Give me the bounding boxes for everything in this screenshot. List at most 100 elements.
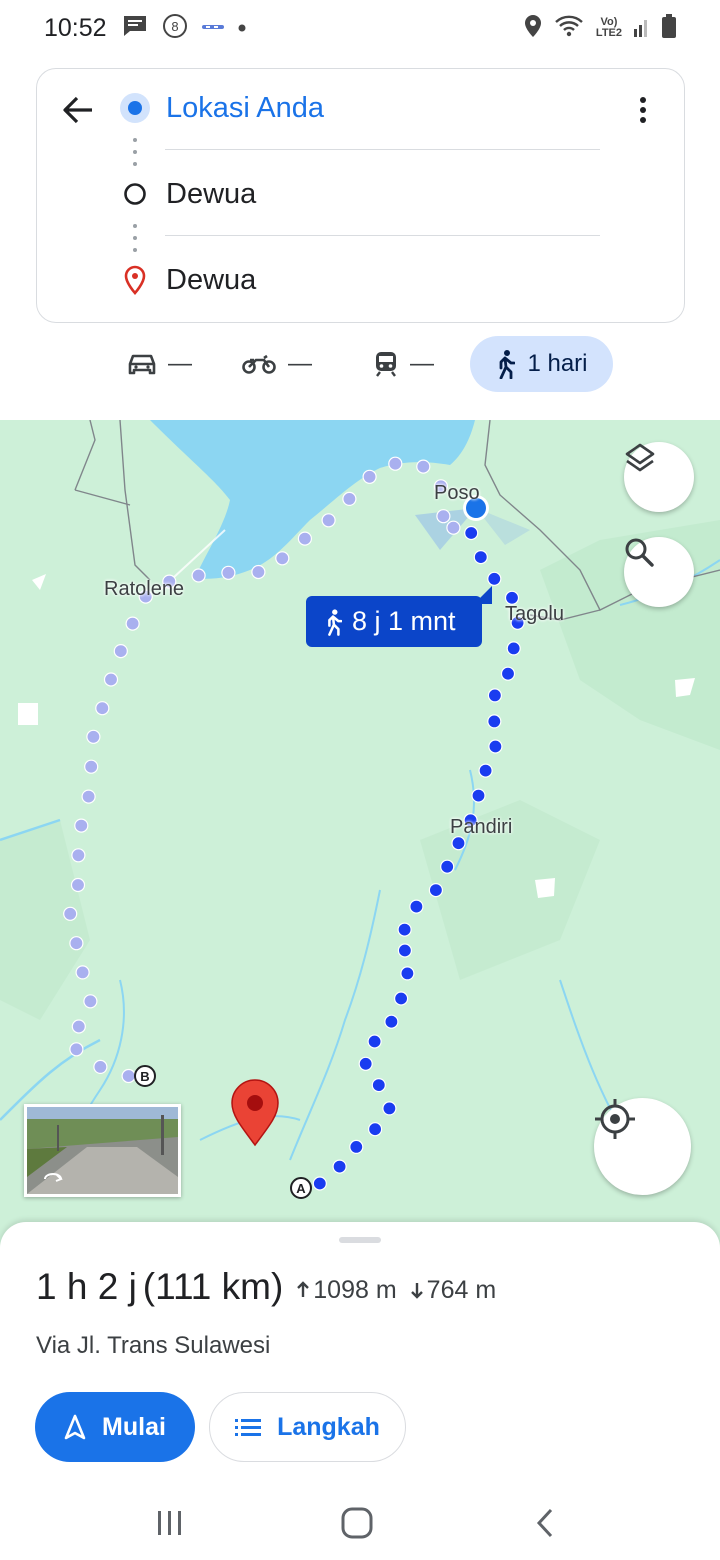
- message-icon: [122, 14, 148, 43]
- marker-b[interactable]: B: [134, 1065, 156, 1087]
- back-nav-button[interactable]: [515, 1498, 575, 1548]
- route-dot: [367, 1034, 382, 1049]
- street-view-photo: [27, 1107, 178, 1194]
- recent-apps-button[interactable]: [140, 1498, 200, 1548]
- walking-icon: [328, 608, 342, 636]
- place-label-pandiri: Pandiri: [450, 816, 513, 838]
- route-dot: [428, 883, 443, 898]
- destination-field[interactable]: Dewua: [118, 250, 608, 310]
- route-dot: [75, 965, 90, 980]
- route-dot: [69, 936, 84, 951]
- stop-text: Dewua: [166, 178, 257, 210]
- route-dot: [436, 509, 451, 524]
- status-time: 10:52: [44, 14, 107, 42]
- duration-chip-text: 8 j 1 mnt: [352, 606, 456, 636]
- stop-field[interactable]: Dewua: [118, 164, 608, 236]
- route-dot: [382, 1101, 397, 1116]
- route-dot: [342, 491, 357, 507]
- divider: [165, 148, 600, 150]
- motorcycle-icon: [242, 354, 276, 374]
- back-button[interactable]: [58, 90, 98, 130]
- marker-a[interactable]: A: [290, 1177, 312, 1199]
- route-dot: [86, 729, 101, 744]
- motorcycle-duration: —: [288, 350, 312, 377]
- notification-icons: 8: [122, 13, 246, 44]
- route-dot: [440, 859, 455, 874]
- route-dot: [487, 571, 502, 586]
- route-dot: [125, 616, 140, 631]
- route-dot: [416, 459, 431, 474]
- place-label-tagolu: Tagolu: [505, 603, 564, 625]
- route-via: Via Jl. Trans Sulawesi: [36, 1332, 271, 1359]
- route-dot: [63, 906, 78, 921]
- lte-indicator: Vo) LTE2: [595, 16, 622, 39]
- route-connector: [133, 224, 137, 252]
- battery-icon: [662, 13, 676, 43]
- layers-icon: [625, 443, 655, 472]
- signal-icon: [634, 15, 650, 42]
- route-duration-chip[interactable]: 8 j 1 mnt: [306, 596, 482, 647]
- route-dot: [74, 818, 89, 833]
- app-notification-icon: [202, 19, 224, 37]
- route-dot: [332, 1159, 347, 1174]
- route-dot: [71, 848, 86, 863]
- route-dot: [69, 1042, 84, 1057]
- start-navigation-button[interactable]: Mulai: [35, 1392, 195, 1462]
- destination-marker-icon[interactable]: [231, 1079, 279, 1147]
- route-dot: [487, 688, 502, 703]
- route-dot: [95, 701, 110, 716]
- start-label: Mulai: [102, 1412, 166, 1441]
- train-icon: [376, 352, 396, 377]
- navigation-arrow-icon: [64, 1414, 86, 1440]
- route-dot: [400, 966, 415, 981]
- descent-value: 764 m: [426, 1275, 497, 1304]
- place-label-ratolene: Ratolene: [104, 578, 185, 600]
- route-dot: [473, 550, 488, 565]
- marker-b-label: B: [140, 1068, 150, 1084]
- transit-duration: —: [410, 350, 434, 377]
- walking-icon: [500, 350, 516, 379]
- mode-car[interactable]: —: [128, 336, 192, 392]
- mode-motorcycle[interactable]: —: [242, 336, 312, 392]
- svg-text:8: 8: [171, 19, 178, 34]
- mode-walk[interactable]: 1 hari: [470, 336, 613, 392]
- route-dot: [191, 568, 206, 583]
- layers-button[interactable]: [624, 442, 694, 512]
- route-connector: [133, 138, 137, 166]
- sheet-drag-handle[interactable]: [339, 1237, 381, 1243]
- status-bar: 10:52 8 Vo) LTE2: [0, 0, 720, 56]
- my-location-dot-icon: [118, 78, 152, 138]
- stop-circle-icon: [118, 164, 152, 224]
- route-dot: [297, 531, 312, 546]
- recents-icon: [158, 1511, 181, 1535]
- location-icon: [524, 14, 542, 43]
- route-dot: [388, 456, 403, 471]
- route-dot: [70, 877, 86, 893]
- origin-field[interactable]: Lokasi Anda: [118, 78, 608, 150]
- car-duration: —: [168, 350, 192, 377]
- sync-icon: 8: [162, 13, 188, 44]
- route-dot: [397, 943, 412, 958]
- mode-transit[interactable]: —: [374, 336, 434, 392]
- route-distance: (111 km): [142, 1266, 284, 1307]
- street-view-thumbnail[interactable]: [24, 1104, 181, 1197]
- route-dot: [478, 763, 493, 778]
- steps-button[interactable]: Langkah: [209, 1392, 406, 1462]
- route-dot: [394, 991, 409, 1006]
- route-dot: [371, 1077, 386, 1093]
- crosshair-icon: [595, 1099, 635, 1139]
- system-icons: Vo) LTE2: [524, 13, 676, 43]
- more-options-button[interactable]: [626, 90, 660, 130]
- more-notifications-dot: [238, 19, 246, 37]
- route-duration: 1 h 2 j: [36, 1266, 137, 1307]
- route-dot: [368, 1122, 383, 1137]
- route-dot: [358, 1056, 373, 1071]
- my-location-button[interactable]: [594, 1098, 691, 1195]
- destination-text: Dewua: [166, 264, 257, 296]
- destination-pin-icon: [118, 250, 152, 310]
- system-nav-bar: [0, 1490, 720, 1560]
- route-dot: [221, 565, 236, 580]
- map-search-button[interactable]: [624, 537, 694, 607]
- route-dot: [409, 899, 424, 914]
- home-button[interactable]: [327, 1498, 387, 1548]
